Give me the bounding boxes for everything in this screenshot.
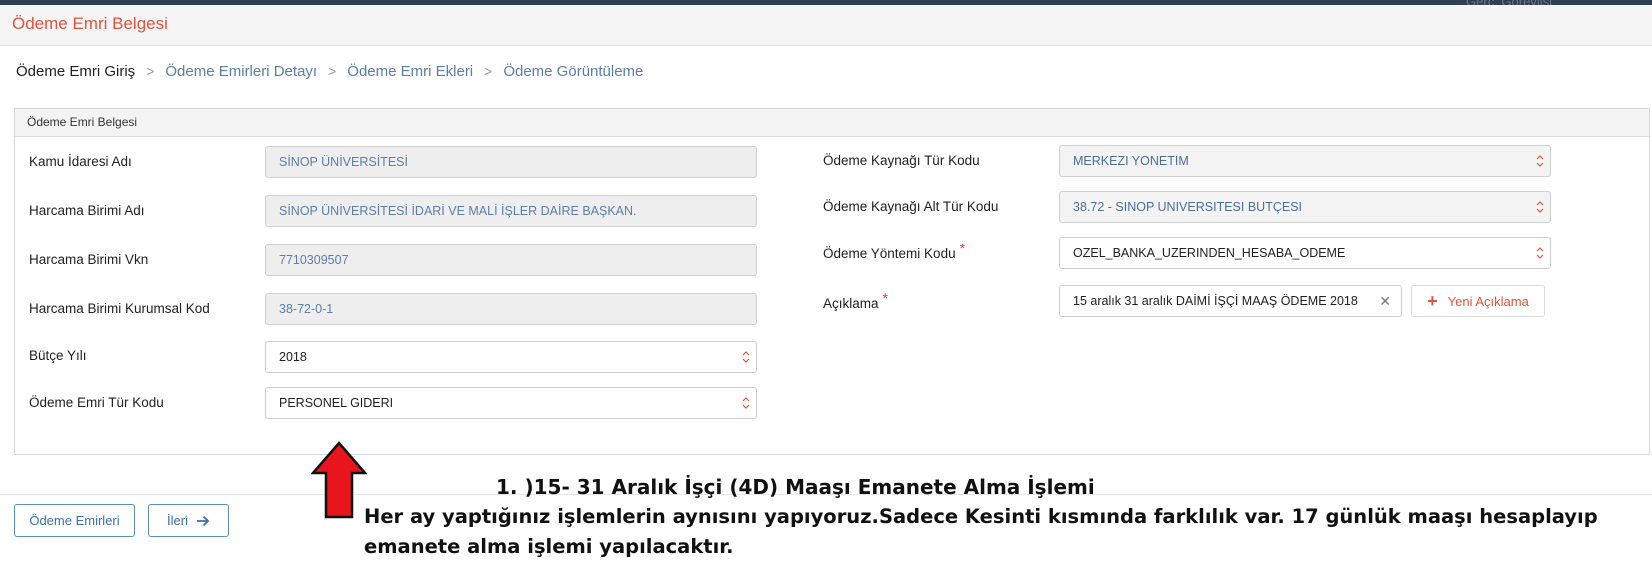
chevron-right-icon: > <box>146 63 155 79</box>
kamu-idaresi-label: Kamu İdaresi Adı <box>29 154 132 169</box>
page-header: Ödeme Emri Belgesi <box>0 5 1652 46</box>
sort-caret-icon <box>742 351 750 363</box>
odeme-emri-tur-kodu-value: PERSONEL GIDERI <box>279 396 394 410</box>
yeni-aciklama-label: Yeni Açıklama <box>1447 293 1529 309</box>
harcama-birimi-vkn-label: Harcama Birimi Vkn <box>29 252 149 267</box>
sort-caret-icon <box>1536 155 1544 167</box>
sort-caret-icon <box>1536 201 1544 213</box>
page-title: Ödeme Emri Belgesi <box>12 14 168 33</box>
aciklama-value: 15 aralık 31 aralık DAİMİ İŞÇİ MAAŞ ÖDEM… <box>1073 294 1358 308</box>
breadcrumb-item-odeme-emri-giris[interactable]: Ödeme Emri Giriş <box>16 63 135 80</box>
arrow-right-icon <box>196 515 210 526</box>
sort-caret-icon <box>1536 247 1544 259</box>
butce-yili-value: 2018 <box>279 350 307 364</box>
odeme-yontemi-kodu-select[interactable]: OZEL_BANKA_UZERINDEN_HESABA_ODEME <box>1059 237 1551 269</box>
yeni-aciklama-button[interactable]: + Yeni Açıklama <box>1411 285 1545 317</box>
harcama-birimi-vkn-field[interactable]: 7710309507 <box>265 244 757 276</box>
odeme-emri-tur-kodu-select[interactable]: PERSONEL GIDERI <box>265 387 757 419</box>
aciklama-label: Açıklama * <box>823 290 888 311</box>
red-up-arrow-icon <box>311 441 367 519</box>
kamu-idaresi-field[interactable]: SİNOP ÜNİVERSİTESİ <box>265 146 757 178</box>
plus-icon: + <box>1427 290 1438 311</box>
clear-icon[interactable]: ✕ <box>1379 286 1391 316</box>
butce-yili-select[interactable]: 2018 <box>265 341 757 373</box>
required-mark: * <box>959 240 966 256</box>
ileri-label: İleri <box>167 513 188 528</box>
odeme-emri-panel: Ödeme Emri Belgesi Kamu İdaresi Adı SİNO… <box>14 108 1650 455</box>
odeme-emirleri-button[interactable]: Ödeme Emirleri <box>14 504 135 537</box>
odeme-kaynagi-tur-kodu-select[interactable]: MERKEZI YONETIM <box>1059 145 1551 177</box>
required-mark: * <box>882 290 888 306</box>
breadcrumb-item-odeme-goruntuleme[interactable]: Ödeme Görüntüleme <box>503 63 643 80</box>
sort-caret-icon <box>742 397 750 409</box>
odeme-kaynagi-tur-kodu-value: MERKEZI YONETIM <box>1073 154 1189 168</box>
odeme-yontemi-kodu-text: Ödeme Yöntemi Kodu <box>823 246 956 261</box>
odeme-kaynagi-alt-tur-kodu-select[interactable]: 38.72 - SINOP UNIVERSITESI BUTÇESI <box>1059 191 1551 223</box>
odeme-emri-tur-kodu-label: Ödeme Emri Tür Kodu <box>29 395 164 410</box>
odeme-kaynagi-tur-kodu-label: Ödeme Kaynağı Tür Kodu <box>823 153 980 168</box>
annotation-body: Her ay yaptığınız işlemlerin aynısını ya… <box>364 505 1598 558</box>
odeme-kaynagi-alt-tur-kodu-value: 38.72 - SINOP UNIVERSITESI BUTÇESI <box>1073 200 1303 214</box>
aciklama-text: Açıklama <box>823 296 879 311</box>
chevron-right-icon: > <box>484 63 493 79</box>
kurumsal-kod-label: Harcama Birimi Kurumsal Kod <box>29 301 210 316</box>
breadcrumb-item-odeme-emri-ekleri[interactable]: Ödeme Emri Ekleri <box>347 63 473 80</box>
butce-yili-label: Bütçe Yılı <box>29 348 87 363</box>
odeme-emirleri-label: Ödeme Emirleri <box>29 513 120 528</box>
chevron-right-icon: > <box>328 63 337 79</box>
odeme-kaynagi-alt-tur-kodu-label: Ödeme Kaynağı Alt Tür Kodu <box>823 199 999 214</box>
annotation-title: 1. )15- 31 Aralık İşçi (4D) Maaşı Emanet… <box>496 475 1095 499</box>
harcama-birimi-adi-label: Harcama Birimi Adı <box>29 203 145 218</box>
kurumsal-kod-field[interactable]: 38-72-0-1 <box>265 293 757 325</box>
odeme-yontemi-kodu-value: OZEL_BANKA_UZERINDEN_HESABA_ODEME <box>1073 246 1346 260</box>
harcama-birimi-adi-field[interactable]: SİNOP ÜNİVERSİTESİ İDARİ VE MALİ İŞLER D… <box>265 195 757 227</box>
breadcrumb: Ödeme Emri Giriş > Ödeme Emirleri Detayı… <box>16 59 643 83</box>
odeme-yontemi-kodu-label: Ödeme Yöntemi Kodu * <box>823 240 965 261</box>
ileri-button[interactable]: İleri <box>148 504 229 537</box>
aciklama-select[interactable]: 15 aralık 31 aralık DAİMİ İŞÇİ MAAŞ ÖDEM… <box>1059 285 1402 317</box>
breadcrumb-item-odeme-emirleri-detayi[interactable]: Ödeme Emirleri Detayı <box>165 63 317 80</box>
panel-title: Ödeme Emri Belgesi <box>15 109 1649 137</box>
